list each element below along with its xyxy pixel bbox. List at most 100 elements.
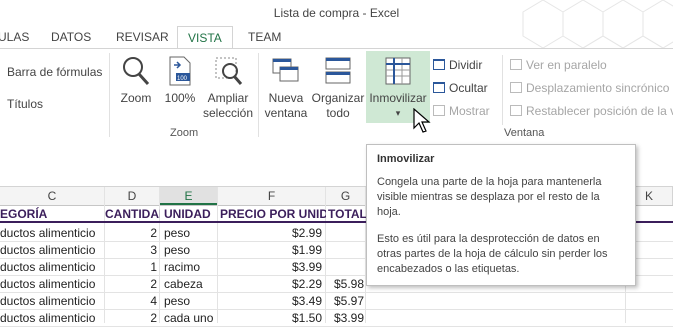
- cell-categoria[interactable]: ductos alimenticio: [0, 276, 104, 292]
- cell-precio[interactable]: $2.99: [218, 225, 322, 241]
- zoom-100-label: 100%: [164, 91, 196, 105]
- group-separator: [502, 55, 503, 125]
- cell-total[interactable]: [326, 225, 364, 241]
- tooltip-paragraph-2: Esto es útil para la desprotección de da…: [377, 233, 608, 275]
- split-label: Dividir: [449, 58, 483, 72]
- freeze-panes-label: Inmovilizar: [369, 91, 427, 105]
- cell-unidad[interactable]: cabeza: [164, 276, 218, 292]
- cell-unidad[interactable]: racimo: [164, 259, 218, 275]
- ribbon: Barra de fórmulas Títulos Zoom 100 100% …: [0, 48, 673, 145]
- column-header-c[interactable]: C: [0, 187, 105, 205]
- reset-position-label: Restablecer posición de la v: [526, 104, 673, 118]
- ribbon-tabs: ULAS DATOS REVISAR VISTA TEAM: [0, 26, 673, 48]
- freeze-panes-tooltip: Inmovilizar Congela una parte de la hoja…: [366, 144, 636, 286]
- group-separator: [109, 53, 110, 137]
- mouse-pointer-icon: [413, 108, 431, 133]
- cell-cantidad[interactable]: 2: [105, 225, 157, 241]
- cell-categoria[interactable]: ductos alimenticio: [0, 310, 104, 326]
- header-total[interactable]: TOTAL: [328, 206, 366, 222]
- header-precio[interactable]: PRECIO POR UNIDA: [220, 206, 326, 222]
- zoom-selection-icon: [215, 57, 243, 85]
- cell-cantidad[interactable]: 2: [105, 276, 157, 292]
- unhide-button[interactable]: Mostrar: [433, 104, 490, 118]
- cell-precio[interactable]: $1.99: [218, 242, 322, 258]
- header-categoria[interactable]: EGORÍA: [0, 206, 104, 222]
- zoom-group-label: Zoom: [170, 127, 199, 139]
- headings-checkbox[interactable]: Títulos: [0, 97, 43, 111]
- svg-text:100: 100: [177, 76, 188, 82]
- cell-total[interactable]: [326, 259, 364, 275]
- arrange-all-label-2: todo: [326, 106, 350, 120]
- tab-vista[interactable]: VISTA: [177, 26, 233, 48]
- new-window-label-1: Nueva: [268, 91, 304, 105]
- new-window-icon: [272, 58, 299, 82]
- tooltip-paragraph-1: Congela una parte de la hoja para manten…: [377, 176, 602, 218]
- sync-scroll-icon: [510, 82, 522, 93]
- cell-precio[interactable]: $3.99: [218, 259, 322, 275]
- split-button[interactable]: Dividir: [433, 58, 482, 72]
- zoom-selection-label-1: Ampliar: [207, 91, 249, 105]
- reset-position-button[interactable]: Restablecer posición de la v: [510, 104, 673, 118]
- hide-icon: [433, 82, 445, 93]
- sync-scroll-label: Desplazamiento sincrónico: [526, 81, 670, 95]
- zoom-label: Zoom: [120, 91, 152, 105]
- arrange-all-label-1: Organizar: [311, 91, 365, 105]
- zoom-button[interactable]: Zoom: [116, 55, 156, 106]
- cell-categoria[interactable]: ductos alimenticio: [0, 259, 104, 275]
- cell-categoria[interactable]: ductos alimenticio: [0, 242, 104, 258]
- view-side-by-side-button[interactable]: Ver en paralelo: [510, 58, 607, 72]
- column-header-e[interactable]: E: [160, 187, 218, 205]
- cell-unidad[interactable]: peso: [164, 242, 218, 258]
- column-header-g[interactable]: G: [326, 187, 366, 205]
- unhide-label: Mostrar: [449, 104, 490, 118]
- hide-label: Ocultar: [449, 81, 488, 95]
- cell-cantidad[interactable]: 2: [105, 310, 157, 326]
- unhide-icon: [433, 105, 445, 116]
- tab-revisar[interactable]: REVISAR: [116, 30, 169, 44]
- cell-categoria[interactable]: ductos alimenticio: [0, 293, 104, 309]
- header-unidad[interactable]: UNIDAD: [164, 206, 218, 222]
- column-header-d[interactable]: D: [105, 187, 160, 205]
- header-cantidad[interactable]: CANTIDAD: [105, 206, 160, 222]
- cell-unidad[interactable]: peso: [164, 225, 218, 241]
- column-header-f[interactable]: F: [218, 187, 326, 205]
- cell-cantidad[interactable]: 1: [105, 259, 157, 275]
- side-by-side-label: Ver en paralelo: [526, 58, 607, 72]
- tab-datos[interactable]: DATOS: [51, 30, 91, 44]
- side-by-side-icon: [510, 59, 522, 70]
- cell-unidad[interactable]: peso: [164, 293, 218, 309]
- zoom-100-icon: 100: [169, 56, 191, 86]
- new-window-button[interactable]: Nueva ventana: [262, 55, 310, 121]
- cell-cantidad[interactable]: 3: [105, 242, 157, 258]
- zoom-selection-button[interactable]: Ampliar selección: [201, 55, 255, 121]
- cell-precio[interactable]: $2.29: [218, 276, 322, 292]
- cell-total[interactable]: [326, 242, 364, 258]
- cell-precio[interactable]: $1.50: [218, 310, 322, 326]
- window-group-label: Ventana: [504, 127, 545, 139]
- table-row: ductos alimenticio 2 cada uno $1.50 $3.9…: [0, 310, 673, 327]
- tab-formulas[interactable]: ULAS: [0, 30, 29, 44]
- tooltip-title: Inmovilizar: [377, 153, 435, 165]
- magnifier-icon: [123, 57, 150, 86]
- table-row: ductos alimenticio 4 peso $3.49 $5.97: [0, 293, 673, 310]
- tab-team[interactable]: TEAM: [248, 30, 281, 44]
- cell-total[interactable]: $3.99: [326, 310, 364, 326]
- cell-cantidad[interactable]: 4: [105, 293, 157, 309]
- split-icon: [433, 59, 445, 70]
- zoom-100-button[interactable]: 100 100%: [160, 55, 200, 106]
- cell-unidad[interactable]: cada uno: [164, 310, 218, 326]
- hide-button[interactable]: Ocultar: [433, 81, 488, 95]
- cell-total[interactable]: $5.98: [326, 276, 364, 292]
- sync-scroll-button[interactable]: Desplazamiento sincrónico: [510, 81, 669, 95]
- formula-bar-checkbox[interactable]: Barra de fórmulas: [0, 65, 102, 79]
- cell-total[interactable]: $5.97: [326, 293, 364, 309]
- reset-position-icon: [510, 105, 522, 116]
- arrange-all-icon: [325, 57, 351, 84]
- zoom-selection-label-2: selección: [202, 106, 254, 120]
- arrange-all-button[interactable]: Organizar todo: [310, 55, 366, 121]
- group-separator: [258, 53, 259, 137]
- headings-label: Títulos: [7, 97, 44, 111]
- cell-precio[interactable]: $3.49: [218, 293, 322, 309]
- formula-bar-label: Barra de fórmulas: [7, 65, 103, 79]
- cell-categoria[interactable]: ductos alimenticio: [0, 225, 104, 241]
